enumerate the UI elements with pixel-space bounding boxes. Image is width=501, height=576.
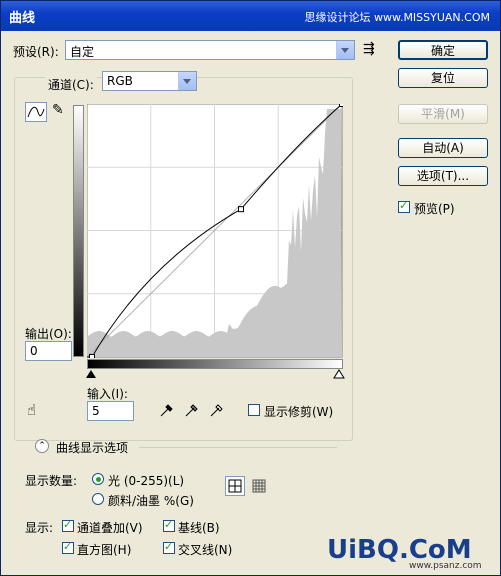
input-field[interactable]: 5 [87,401,134,421]
light-label: 光 (0-255)(L) [108,474,185,488]
ok-button[interactable]: 确定 [398,40,488,60]
preview-label: 预览(P) [414,202,455,216]
options-button[interactable]: 选项(T)... [398,166,488,186]
channel-overlay-checkbox[interactable] [62,518,74,532]
channel-value: RGB [107,74,133,88]
title-bar[interactable]: 曲线 思缘设计论坛 www.MISSYUAN.COM [1,1,500,31]
pigment-label: 颜料/油墨 %(G) [108,494,194,508]
preset-label: 预设(R): [13,45,59,59]
smooth-button[interactable]: 平滑(M) [398,104,488,124]
light-radio[interactable] [92,473,104,485]
reset-button[interactable]: 复位 [398,68,488,88]
preset-dropdown[interactable]: 自定 [65,40,355,60]
grid-4-icon [228,479,242,493]
detailed-grid-button[interactable] [251,478,267,494]
black-point-slider[interactable] [85,369,97,379]
curve-point[interactable] [339,104,344,107]
show-label: 显示: [25,521,54,535]
show-clipping-label: 显示修剪(W) [264,405,334,419]
curve-point[interactable] [238,206,244,213]
auto-button[interactable]: 自动(A) [398,138,488,158]
preview-checkbox[interactable] [398,199,410,213]
pencil-icon[interactable]: ✎ [52,102,64,118]
show-amount-label: 显示数量: [25,474,78,488]
curves-dialog: 曲线 思缘设计论坛 www.MISSYUAN.COM 预设(R): 自定 ⇶ 确… [0,0,501,576]
white-point-slider[interactable] [333,369,345,379]
preset-value: 自定 [70,45,95,59]
show-clipping-checkbox[interactable] [248,404,260,416]
divider [139,447,337,448]
input-gradient-bar [87,359,343,369]
curve-graph[interactable] [87,104,343,358]
watermark-site: www.psanz.com [409,561,482,571]
output-gradient-bar [73,105,84,357]
window-title: 曲线 [9,11,36,26]
chevron-down-icon [336,41,354,59]
curve-display-options-label: 曲线显示选项 [56,441,129,455]
channel-dropdown[interactable]: RGB [102,71,197,91]
hand-adjust-icon[interactable]: ☝ [27,401,36,419]
histogram-checkbox[interactable] [62,540,74,554]
input-label: 输入(I): [87,387,128,401]
intersection-label: 交叉线(N) [178,543,233,557]
channel-overlay-label: 通道叠加(V) [77,521,143,535]
channel-label: 通道(C): [45,76,97,93]
preset-options-icon[interactable]: ⇶ [363,41,375,57]
baseline-label: 基线(B) [178,521,220,535]
black-eyedropper-icon[interactable] [159,402,175,418]
intersection-checkbox[interactable] [163,540,175,554]
collapse-toggle-icon[interactable]: ⌃ [35,439,49,453]
curve-edit-tool[interactable] [25,102,47,122]
output-field[interactable]: 0 [25,341,72,361]
pigment-radio[interactable] [92,493,104,505]
histogram-label: 直方图(H) [77,543,132,557]
simple-grid-button[interactable] [225,476,245,496]
watermark-text: 思缘设计论坛 www.MISSYUAN.COM [304,11,490,24]
white-eyedropper-icon[interactable] [209,402,225,418]
curve-point[interactable] [89,354,95,359]
chevron-down-icon [178,72,196,90]
output-label: 输出(O): [25,327,72,341]
curve-tool-icon [27,106,45,118]
baseline-checkbox[interactable] [163,518,175,532]
gray-eyedropper-icon[interactable] [184,402,200,418]
